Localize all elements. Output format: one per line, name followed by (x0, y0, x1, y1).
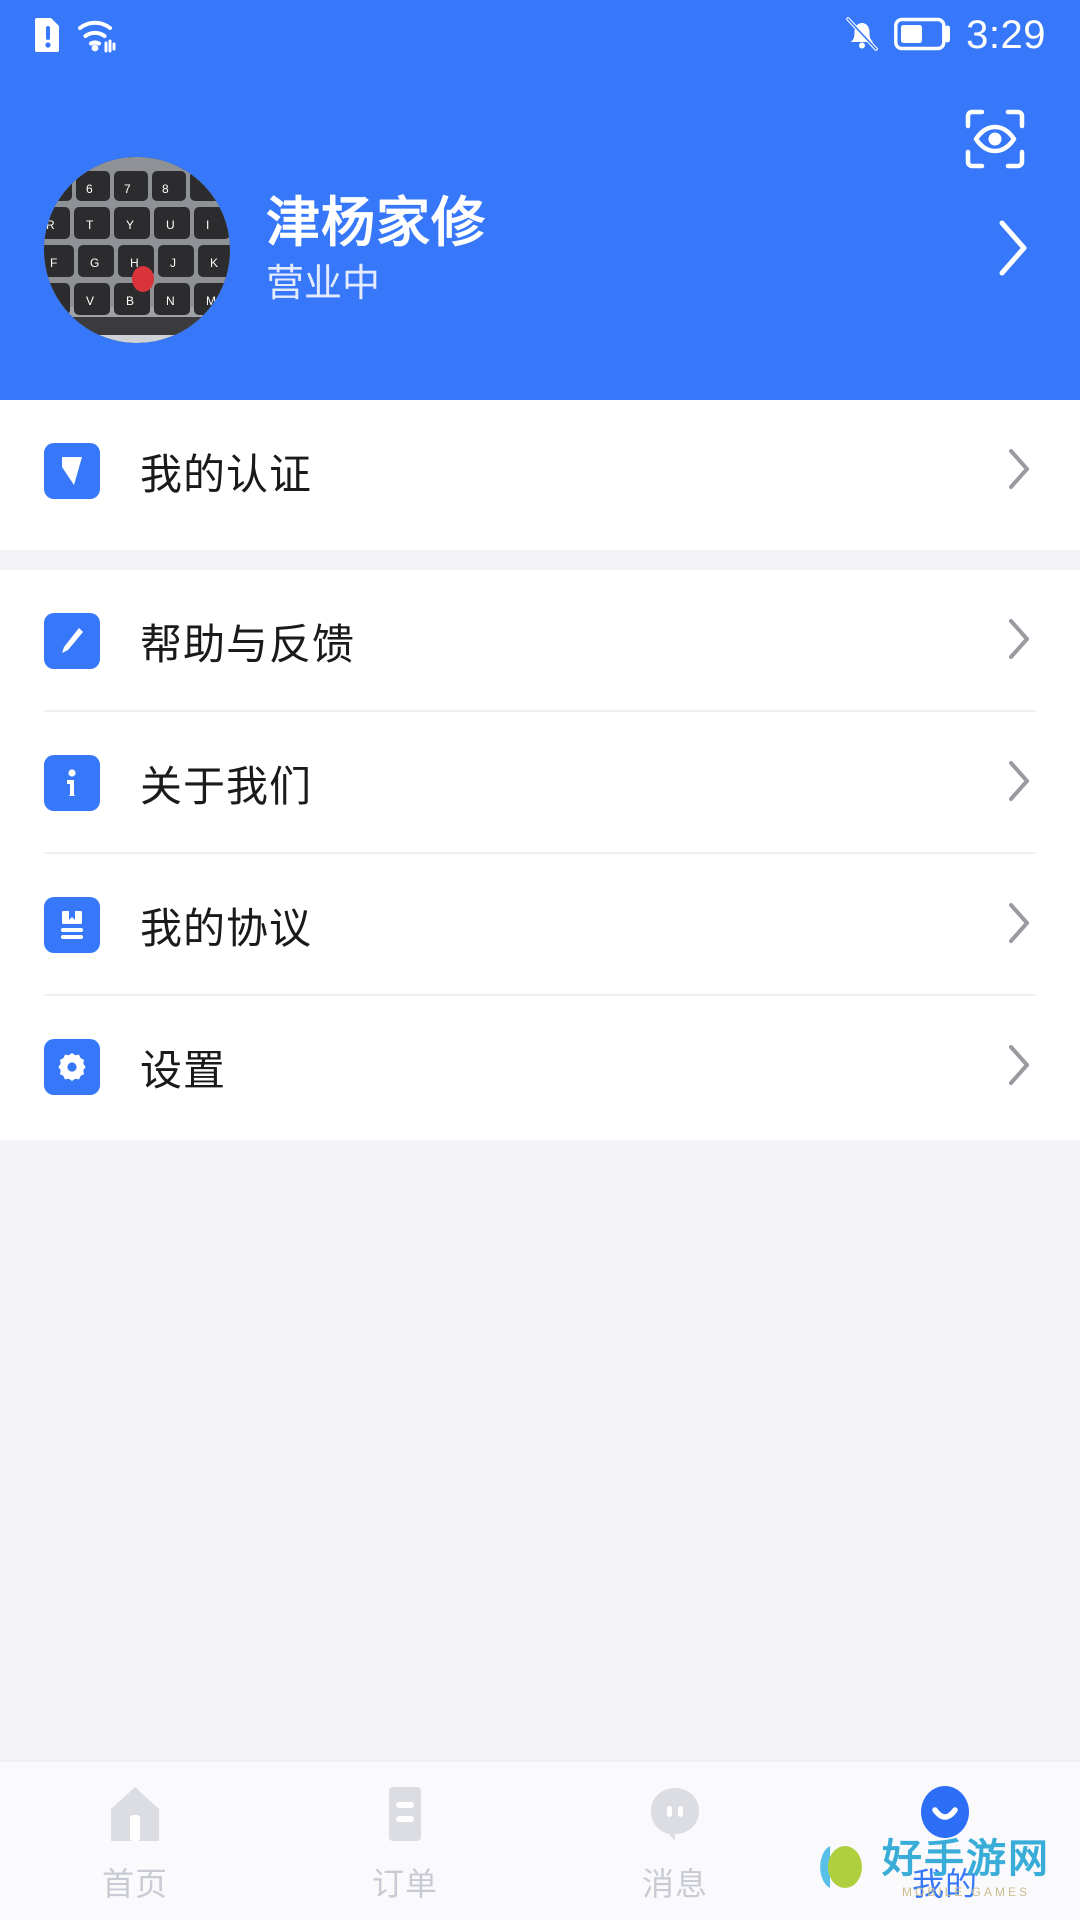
svg-text:R: R (46, 218, 55, 232)
chevron-right-icon (1002, 613, 1036, 670)
svg-text:7: 7 (124, 182, 131, 196)
sim-alert-icon (34, 15, 62, 58)
battery-icon (894, 17, 952, 56)
svg-text:Y: Y (126, 218, 134, 232)
tab-label: 首页 (101, 1866, 168, 1902)
status-right-icons: 3:29 (844, 15, 1046, 58)
svg-text:I: I (206, 218, 209, 232)
shop-status: 营业中 (266, 263, 381, 306)
menu-item-label: 设置 (140, 1046, 227, 1094)
svg-text:N: N (166, 294, 175, 308)
tab-label: 我的 (911, 1866, 978, 1902)
svg-text:G: G (90, 256, 99, 270)
svg-text:U: U (166, 218, 175, 232)
profile-row[interactable]: 5678 RTYUI FGHJK CVBNM 津杨家修 营业中 (0, 150, 1080, 350)
message-bubble-icon (645, 1783, 705, 1845)
menu-item-label: 我的认证 (140, 450, 313, 498)
menu-item-settings[interactable]: 设置 (0, 996, 1080, 1138)
menu-item-label: 帮助与反馈 (140, 620, 356, 668)
svg-text:B: B (126, 294, 134, 308)
menu-item-about-us[interactable]: 关于我们 (0, 712, 1080, 854)
menu-item-label: 关于我们 (140, 762, 313, 810)
svg-text:8: 8 (162, 182, 169, 196)
chevron-right-icon (1002, 443, 1036, 500)
avatar: 5678 RTYUI FGHJK CVBNM (44, 157, 230, 343)
status-left-icons (34, 15, 118, 58)
svg-text:V: V (86, 294, 94, 308)
svg-text:K: K (210, 256, 218, 270)
tab-label: 订单 (371, 1866, 438, 1902)
svg-text:6: 6 (86, 182, 93, 196)
tab-mine[interactable]: 我的 (810, 1762, 1080, 1920)
certification-card: 我的认证 (0, 400, 1080, 550)
svg-text:T: T (86, 218, 94, 232)
shop-name: 津杨家修 (266, 192, 486, 253)
app-screen: 5678 RTYUI FGHJK CVBNM 津杨家修 营业中 3:29 我的认… (0, 0, 1080, 1920)
status-bar: 3:29 (0, 0, 1080, 72)
chevron-right-icon (1002, 897, 1036, 954)
wifi-icon (76, 15, 118, 58)
svg-text:5: 5 (48, 182, 55, 196)
menu-item-my-certification[interactable]: 我的认证 (0, 400, 1080, 542)
menu-item-label: 我的协议 (140, 904, 313, 952)
tab-orders[interactable]: 订单 (270, 1762, 540, 1920)
svg-text:M: M (206, 294, 216, 308)
home-icon (105, 1783, 165, 1845)
verified-badge-icon (44, 443, 100, 499)
order-list-icon (375, 1783, 435, 1845)
chevron-right-icon (1002, 1039, 1036, 1096)
info-circle-icon (44, 755, 100, 811)
gear-icon (44, 1039, 100, 1095)
profile-smile-icon (915, 1783, 975, 1845)
status-time: 3:29 (966, 12, 1046, 57)
menu-item-help-feedback[interactable]: 帮助与反馈 (0, 570, 1080, 712)
menu-item-my-agreement[interactable]: 我的协议 (0, 854, 1080, 996)
svg-text:C: C (46, 294, 55, 308)
pencil-edit-icon (44, 613, 100, 669)
svg-text:F: F (50, 256, 57, 270)
bottom-tab-bar: 首页 订单 消息 我的 (0, 1760, 1080, 1920)
tab-messages[interactable]: 消息 (540, 1762, 810, 1920)
chevron-right-icon (1002, 755, 1036, 812)
document-bookmark-icon (44, 897, 100, 953)
svg-text:J: J (170, 256, 176, 270)
tab-home[interactable]: 首页 (0, 1762, 270, 1920)
bell-muted-icon (844, 15, 880, 58)
tab-label: 消息 (641, 1866, 708, 1902)
profile-chevron-right-icon (990, 213, 1036, 288)
general-menu-card: 帮助与反馈 关于我们 我的协议 设置 (0, 570, 1080, 1140)
profile-text: 津杨家修 营业中 (266, 195, 486, 306)
